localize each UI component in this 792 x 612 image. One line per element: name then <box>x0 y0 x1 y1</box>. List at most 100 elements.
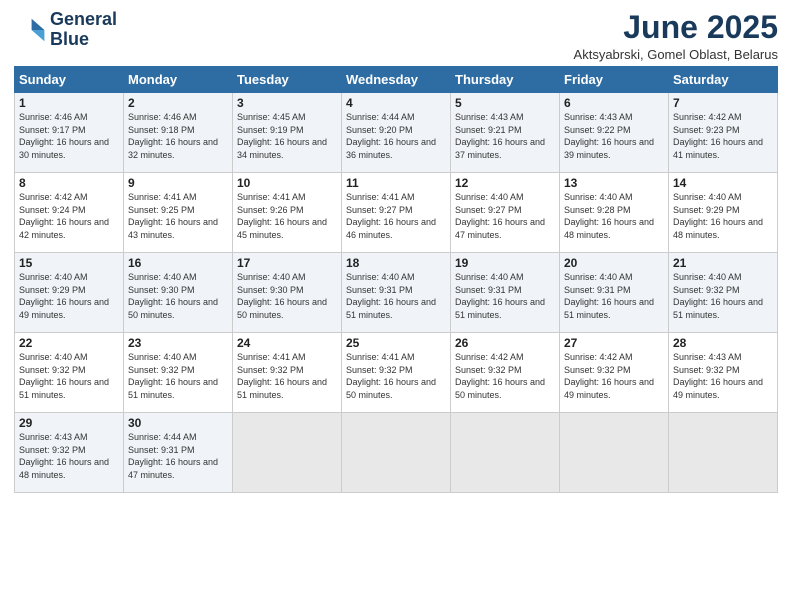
table-row: 13 Sunrise: 4:40 AMSunset: 9:28 PMDaylig… <box>560 173 669 253</box>
table-row: 3 Sunrise: 4:45 AMSunset: 9:19 PMDayligh… <box>233 93 342 173</box>
day-info: Sunrise: 4:46 AMSunset: 9:17 PMDaylight:… <box>19 112 109 160</box>
table-row: 27 Sunrise: 4:42 AMSunset: 9:32 PMDaylig… <box>560 333 669 413</box>
table-row <box>560 413 669 493</box>
day-number: 4 <box>346 96 446 110</box>
calendar-header-row: Sunday Monday Tuesday Wednesday Thursday… <box>15 67 778 93</box>
day-number: 22 <box>19 336 119 350</box>
table-row: 12 Sunrise: 4:40 AMSunset: 9:27 PMDaylig… <box>451 173 560 253</box>
day-info: Sunrise: 4:40 AMSunset: 9:29 PMDaylight:… <box>19 272 109 320</box>
table-row: 6 Sunrise: 4:43 AMSunset: 9:22 PMDayligh… <box>560 93 669 173</box>
day-number: 20 <box>564 256 664 270</box>
day-number: 11 <box>346 176 446 190</box>
table-row: 25 Sunrise: 4:41 AMSunset: 9:32 PMDaylig… <box>342 333 451 413</box>
day-number: 21 <box>673 256 773 270</box>
day-number: 17 <box>237 256 337 270</box>
day-number: 23 <box>128 336 228 350</box>
logo-text: General Blue <box>50 10 117 50</box>
table-row <box>669 413 778 493</box>
table-row: 4 Sunrise: 4:44 AMSunset: 9:20 PMDayligh… <box>342 93 451 173</box>
day-info: Sunrise: 4:40 AMSunset: 9:28 PMDaylight:… <box>564 192 654 240</box>
page: General Blue June 2025 Aktsyabrski, Gome… <box>0 0 792 612</box>
day-info: Sunrise: 4:44 AMSunset: 9:31 PMDaylight:… <box>128 432 218 480</box>
day-number: 2 <box>128 96 228 110</box>
table-row: 20 Sunrise: 4:40 AMSunset: 9:31 PMDaylig… <box>560 253 669 333</box>
day-number: 7 <box>673 96 773 110</box>
calendar-week-row: 1 Sunrise: 4:46 AMSunset: 9:17 PMDayligh… <box>15 93 778 173</box>
day-info: Sunrise: 4:43 AMSunset: 9:22 PMDaylight:… <box>564 112 654 160</box>
table-row: 5 Sunrise: 4:43 AMSunset: 9:21 PMDayligh… <box>451 93 560 173</box>
table-row <box>451 413 560 493</box>
day-info: Sunrise: 4:45 AMSunset: 9:19 PMDaylight:… <box>237 112 327 160</box>
day-number: 24 <box>237 336 337 350</box>
col-sunday: Sunday <box>15 67 124 93</box>
day-number: 26 <box>455 336 555 350</box>
day-info: Sunrise: 4:42 AMSunset: 9:32 PMDaylight:… <box>455 352 545 400</box>
table-row: 8 Sunrise: 4:42 AMSunset: 9:24 PMDayligh… <box>15 173 124 253</box>
table-row: 30 Sunrise: 4:44 AMSunset: 9:31 PMDaylig… <box>124 413 233 493</box>
calendar-week-row: 29 Sunrise: 4:43 AMSunset: 9:32 PMDaylig… <box>15 413 778 493</box>
subtitle: Aktsyabrski, Gomel Oblast, Belarus <box>574 47 778 62</box>
day-info: Sunrise: 4:40 AMSunset: 9:27 PMDaylight:… <box>455 192 545 240</box>
day-number: 18 <box>346 256 446 270</box>
day-number: 30 <box>128 416 228 430</box>
col-friday: Friday <box>560 67 669 93</box>
table-row <box>342 413 451 493</box>
day-number: 14 <box>673 176 773 190</box>
day-number: 27 <box>564 336 664 350</box>
day-info: Sunrise: 4:40 AMSunset: 9:31 PMDaylight:… <box>455 272 545 320</box>
table-row: 23 Sunrise: 4:40 AMSunset: 9:32 PMDaylig… <box>124 333 233 413</box>
day-info: Sunrise: 4:42 AMSunset: 9:32 PMDaylight:… <box>564 352 654 400</box>
table-row: 24 Sunrise: 4:41 AMSunset: 9:32 PMDaylig… <box>233 333 342 413</box>
table-row: 2 Sunrise: 4:46 AMSunset: 9:18 PMDayligh… <box>124 93 233 173</box>
col-wednesday: Wednesday <box>342 67 451 93</box>
title-block: June 2025 Aktsyabrski, Gomel Oblast, Bel… <box>574 10 778 62</box>
calendar-week-row: 15 Sunrise: 4:40 AMSunset: 9:29 PMDaylig… <box>15 253 778 333</box>
day-number: 3 <box>237 96 337 110</box>
day-info: Sunrise: 4:41 AMSunset: 9:32 PMDaylight:… <box>346 352 436 400</box>
logo-icon <box>14 14 46 46</box>
table-row: 9 Sunrise: 4:41 AMSunset: 9:25 PMDayligh… <box>124 173 233 253</box>
table-row: 16 Sunrise: 4:40 AMSunset: 9:30 PMDaylig… <box>124 253 233 333</box>
day-info: Sunrise: 4:42 AMSunset: 9:24 PMDaylight:… <box>19 192 109 240</box>
day-number: 12 <box>455 176 555 190</box>
table-row: 26 Sunrise: 4:42 AMSunset: 9:32 PMDaylig… <box>451 333 560 413</box>
day-number: 10 <box>237 176 337 190</box>
day-number: 13 <box>564 176 664 190</box>
table-row: 22 Sunrise: 4:40 AMSunset: 9:32 PMDaylig… <box>15 333 124 413</box>
day-info: Sunrise: 4:43 AMSunset: 9:32 PMDaylight:… <box>19 432 109 480</box>
table-row: 7 Sunrise: 4:42 AMSunset: 9:23 PMDayligh… <box>669 93 778 173</box>
table-row: 10 Sunrise: 4:41 AMSunset: 9:26 PMDaylig… <box>233 173 342 253</box>
day-number: 29 <box>19 416 119 430</box>
day-info: Sunrise: 4:42 AMSunset: 9:23 PMDaylight:… <box>673 112 763 160</box>
day-info: Sunrise: 4:43 AMSunset: 9:21 PMDaylight:… <box>455 112 545 160</box>
calendar-week-row: 8 Sunrise: 4:42 AMSunset: 9:24 PMDayligh… <box>15 173 778 253</box>
day-number: 9 <box>128 176 228 190</box>
calendar-week-row: 22 Sunrise: 4:40 AMSunset: 9:32 PMDaylig… <box>15 333 778 413</box>
day-number: 25 <box>346 336 446 350</box>
table-row: 15 Sunrise: 4:40 AMSunset: 9:29 PMDaylig… <box>15 253 124 333</box>
logo: General Blue <box>14 10 117 50</box>
day-info: Sunrise: 4:40 AMSunset: 9:32 PMDaylight:… <box>673 272 763 320</box>
col-monday: Monday <box>124 67 233 93</box>
day-info: Sunrise: 4:41 AMSunset: 9:32 PMDaylight:… <box>237 352 327 400</box>
day-number: 16 <box>128 256 228 270</box>
col-tuesday: Tuesday <box>233 67 342 93</box>
calendar: Sunday Monday Tuesday Wednesday Thursday… <box>14 66 778 493</box>
day-number: 5 <box>455 96 555 110</box>
day-number: 1 <box>19 96 119 110</box>
col-thursday: Thursday <box>451 67 560 93</box>
day-info: Sunrise: 4:44 AMSunset: 9:20 PMDaylight:… <box>346 112 436 160</box>
day-number: 8 <box>19 176 119 190</box>
day-info: Sunrise: 4:40 AMSunset: 9:30 PMDaylight:… <box>128 272 218 320</box>
day-info: Sunrise: 4:41 AMSunset: 9:26 PMDaylight:… <box>237 192 327 240</box>
table-row: 14 Sunrise: 4:40 AMSunset: 9:29 PMDaylig… <box>669 173 778 253</box>
day-number: 19 <box>455 256 555 270</box>
day-info: Sunrise: 4:40 AMSunset: 9:30 PMDaylight:… <box>237 272 327 320</box>
day-info: Sunrise: 4:41 AMSunset: 9:27 PMDaylight:… <box>346 192 436 240</box>
day-info: Sunrise: 4:40 AMSunset: 9:32 PMDaylight:… <box>19 352 109 400</box>
table-row: 19 Sunrise: 4:40 AMSunset: 9:31 PMDaylig… <box>451 253 560 333</box>
main-title: June 2025 <box>574 10 778 45</box>
table-row: 18 Sunrise: 4:40 AMSunset: 9:31 PMDaylig… <box>342 253 451 333</box>
table-row: 21 Sunrise: 4:40 AMSunset: 9:32 PMDaylig… <box>669 253 778 333</box>
day-number: 6 <box>564 96 664 110</box>
